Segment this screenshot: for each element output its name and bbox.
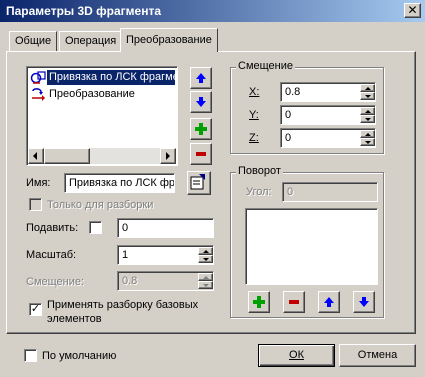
x-spin-up[interactable] — [360, 84, 375, 92]
tree-item-transform[interactable]: Преобразование — [30, 87, 175, 102]
tab-operation-label: Операция — [65, 35, 117, 47]
arrow-up-icon — [324, 297, 334, 307]
name-label: Имя: — [26, 177, 51, 189]
scale-spinner[interactable] — [198, 247, 213, 263]
plus-icon — [253, 296, 265, 308]
ok-button[interactable]: ОК — [258, 344, 335, 367]
rotation-group-title: Поворот — [236, 165, 283, 177]
apply-unpack-checkbox[interactable]: ✓ — [29, 303, 42, 316]
window-title-bar: Параметры 3D фрагмента — [0, 0, 425, 22]
suppress-input[interactable]: 0 — [117, 218, 214, 238]
only-for-unpack-checkbox[interactable] — [29, 198, 42, 211]
arrow-down-icon — [359, 297, 369, 307]
tree-hscrollbar[interactable] — [28, 148, 176, 164]
edit-document-icon — [190, 174, 205, 190]
arrow-up-icon — [196, 73, 206, 83]
cancel-button-label: Отмена — [357, 349, 398, 361]
minus-icon — [289, 300, 299, 304]
arrow-down-icon — [196, 97, 206, 107]
y-label: Y: — [249, 109, 259, 121]
transform-icon — [32, 88, 45, 101]
z-spin-up[interactable] — [360, 130, 375, 138]
minus-icon — [196, 152, 206, 156]
cancel-button[interactable]: Отмена — [339, 344, 416, 367]
tree-item-transform-label: Преобразование — [49, 88, 135, 100]
offset-spin-down[interactable] — [198, 281, 213, 289]
tree-item-lsk[interactable]: Привязка по ЛСК фрагмента — [30, 70, 175, 85]
offset-group-title: Смещение — [236, 60, 296, 72]
scroll-right-button[interactable] — [160, 148, 176, 164]
offset-spin-up[interactable] — [198, 273, 213, 281]
scale-label-text: Масштаб: — [26, 249, 77, 261]
tree-item-lsk-label: Привязка по ЛСК фрагмента — [47, 70, 175, 85]
x-spinner[interactable] — [360, 84, 375, 100]
scale-label: Масштаб: — [26, 249, 76, 261]
scale-spin-up[interactable] — [198, 247, 213, 255]
move-down-button[interactable] — [190, 91, 212, 113]
angle-input[interactable]: 0 — [282, 182, 378, 202]
window-title: Параметры 3D фрагмента — [6, 4, 162, 18]
properties-button[interactable] — [187, 171, 211, 195]
add-button[interactable] — [190, 118, 212, 140]
y-spinner[interactable] — [360, 107, 375, 123]
suppress-checkbox[interactable] — [89, 221, 102, 234]
rotation-remove-button[interactable] — [283, 291, 305, 313]
scroll-thumb[interactable] — [44, 148, 90, 164]
move-up-button[interactable] — [190, 67, 212, 89]
offset-spinner[interactable] — [198, 273, 213, 289]
z-label-text: Z: — [249, 132, 259, 144]
close-button[interactable]: ✕ — [404, 3, 421, 18]
checkmark-icon: ✓ — [30, 303, 41, 315]
tab-operation[interactable]: Операция — [59, 31, 123, 51]
lsk-binding-icon — [30, 71, 46, 84]
y-spin-down[interactable] — [360, 115, 375, 123]
tab-transform-label: Преобразование — [126, 34, 212, 46]
transform-tree[interactable]: Привязка по ЛСК фрагмента Преобразование — [26, 66, 178, 166]
rotation-add-button[interactable] — [248, 291, 270, 313]
scale-spin-down[interactable] — [198, 255, 213, 263]
rotation-up-button[interactable] — [318, 291, 340, 313]
plus-icon — [195, 123, 207, 135]
tab-general-label: Общие — [15, 35, 52, 47]
offset-label: Смещение: — [26, 276, 85, 288]
x-label: X: — [249, 86, 259, 98]
default-checkbox[interactable] — [24, 349, 37, 362]
arrow-right-icon — [166, 152, 170, 160]
name-input[interactable]: Привязка по ЛСК фра — [64, 173, 175, 193]
apply-unpack-label: Применять разборку базовых элементов — [47, 299, 199, 325]
close-icon: ✕ — [407, 3, 418, 17]
x-spin-down[interactable] — [360, 92, 375, 100]
z-label: Z: — [249, 132, 259, 144]
ok-button-label: ОК — [289, 349, 304, 361]
z-spin-down[interactable] — [360, 138, 375, 146]
rotation-list[interactable] — [245, 208, 378, 285]
tab-transform[interactable]: Преобразование — [120, 28, 218, 52]
remove-button[interactable] — [190, 143, 212, 165]
only-for-unpack-label: Только для разборки — [47, 199, 154, 211]
y-label-text: Y: — [249, 109, 259, 121]
arrow-left-icon — [33, 152, 37, 160]
y-spin-up[interactable] — [360, 107, 375, 115]
angle-label: Угол: — [246, 186, 272, 198]
rotation-down-button[interactable] — [353, 291, 375, 313]
default-label: По умолчанию — [42, 350, 117, 362]
scroll-left-button[interactable] — [28, 148, 44, 164]
suppress-label: Подавить: — [26, 222, 79, 234]
z-spinner[interactable] — [360, 130, 375, 146]
x-label-text: X: — [249, 86, 260, 98]
tab-general[interactable]: Общие — [9, 31, 58, 51]
